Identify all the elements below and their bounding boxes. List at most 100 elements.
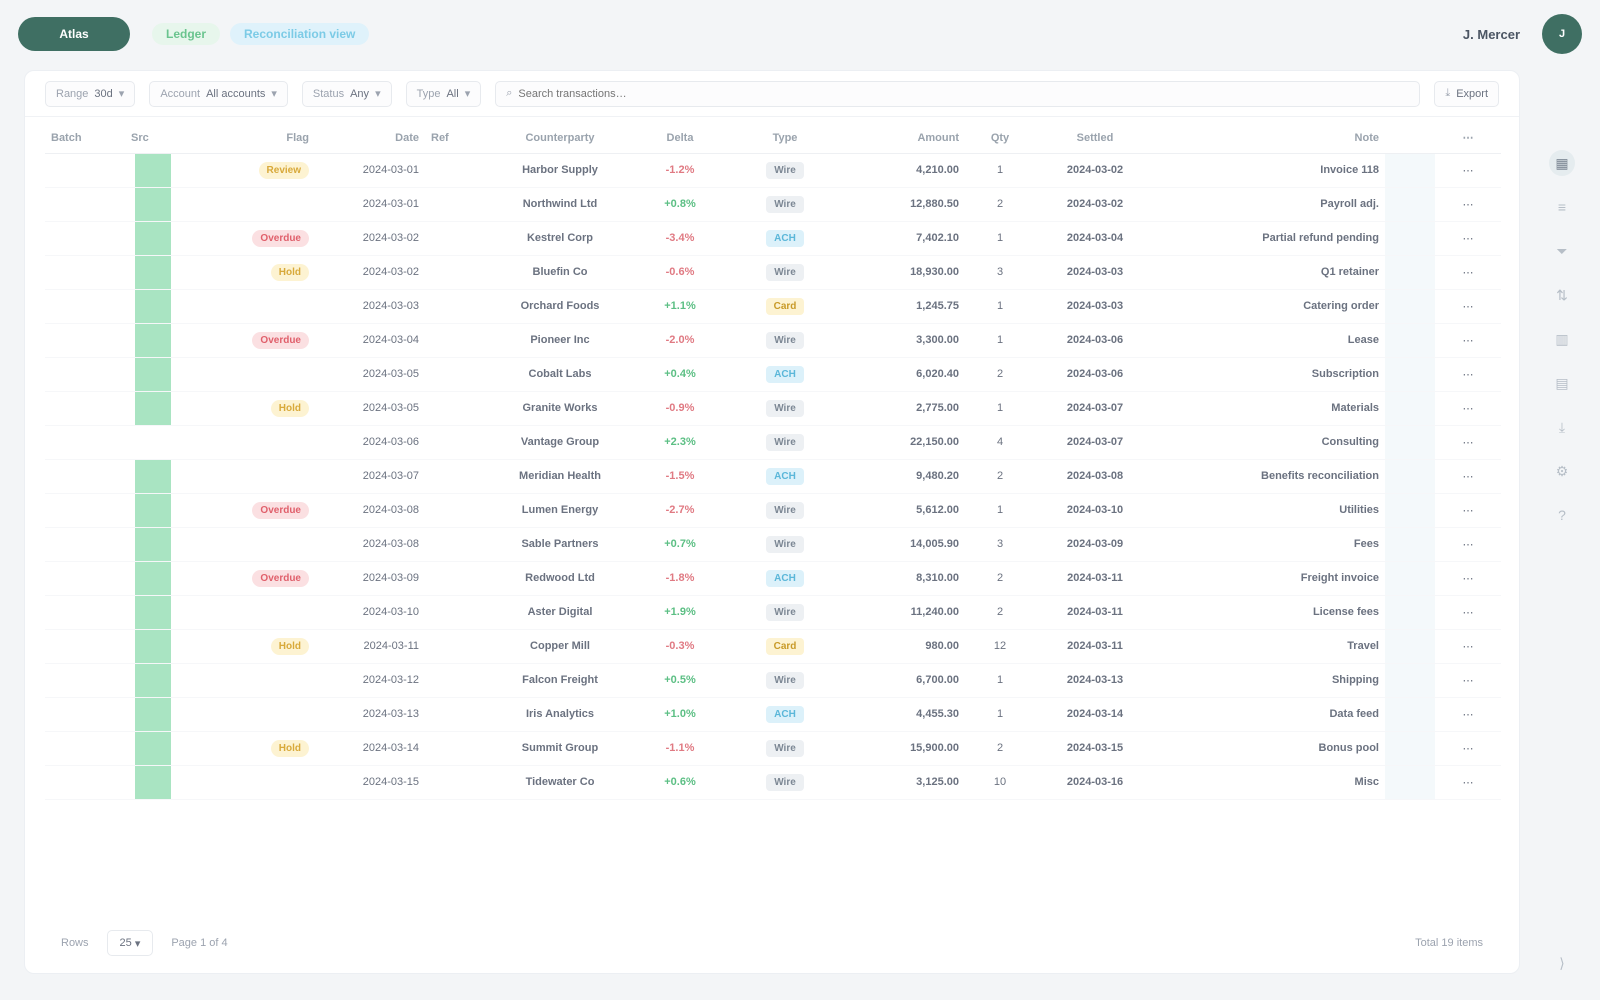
more-icon[interactable]: ⋯	[1463, 369, 1474, 381]
counterparty-cell[interactable]: Granite Works	[485, 391, 635, 426]
more-icon[interactable]: ⋯	[1463, 743, 1474, 755]
more-icon[interactable]: ⋯	[1463, 471, 1474, 483]
column-header[interactable]: Type	[725, 123, 845, 154]
counterparty-cell[interactable]: Pioneer Inc	[485, 323, 635, 358]
flag-badge[interactable]: Hold	[270, 263, 309, 281]
flag-badge[interactable]: Hold	[270, 399, 309, 417]
column-header[interactable]: Qty	[965, 123, 1035, 154]
column-header[interactable]: Src	[125, 123, 195, 154]
flag-badge[interactable]	[293, 371, 309, 377]
table-row[interactable]: 2024-03-15 Tidewater Co +0.6% Wire 3,125.00 1…	[45, 765, 1501, 800]
table-row[interactable]: 2024-03-06 Vantage Group +2.3% Wire 22,150.0…	[45, 425, 1501, 460]
counterparty-cell[interactable]: Cobalt Labs	[485, 357, 635, 392]
filter-icon[interactable]: ⏷	[1549, 238, 1575, 264]
help-icon[interactable]: ?	[1549, 502, 1575, 528]
flag-badge[interactable]	[293, 303, 309, 309]
counterparty-cell[interactable]: Redwood Ltd	[485, 561, 635, 596]
rows-per-page-select[interactable]: 25 ▾	[106, 930, 154, 956]
more-icon[interactable]: ⋯	[1463, 165, 1474, 177]
more-icon[interactable]: ⋯	[1463, 505, 1474, 517]
more-columns-icon[interactable]: ⋯	[1435, 123, 1501, 154]
flag-badge[interactable]: Overdue	[252, 569, 309, 587]
flag-badge[interactable]: Hold	[270, 637, 309, 655]
flag-badge[interactable]: Hold	[270, 739, 309, 757]
search-box[interactable]: ⌕	[495, 80, 1421, 107]
counterparty-cell[interactable]: Aster Digital	[485, 595, 635, 630]
counterparty-cell[interactable]: Northwind Ltd	[485, 187, 635, 222]
status-filter[interactable]: Status Any ▾	[301, 80, 392, 107]
collapse-icon[interactable]: ⟩	[1549, 950, 1575, 976]
counterparty-cell[interactable]: Meridian Health	[485, 459, 635, 494]
sort-icon[interactable]: ⇅	[1549, 282, 1575, 308]
table-row[interactable]: 2024-03-07 Meridian Health -1.5% ACH 9,480.2…	[45, 459, 1501, 494]
more-icon[interactable]: ⋯	[1463, 301, 1474, 313]
columns-icon[interactable]: ▥	[1549, 326, 1575, 352]
column-header[interactable]: Flag	[195, 123, 315, 154]
table-row[interactable]: Hold 2024-03-14 Summit Group -1.1% Wire 15,90…	[45, 731, 1501, 766]
chart-icon[interactable]: ▤	[1549, 370, 1575, 396]
type-filter[interactable]: Type All ▾	[405, 80, 482, 107]
flag-badge[interactable]: Overdue	[252, 331, 309, 349]
export-button[interactable]: ⤓ Export	[1434, 80, 1499, 107]
more-icon[interactable]: ⋯	[1463, 199, 1474, 211]
more-icon[interactable]: ⋯	[1463, 437, 1474, 449]
flag-badge[interactable]	[293, 541, 309, 547]
counterparty-cell[interactable]: Sable Partners	[485, 527, 635, 562]
download-icon[interactable]: ⤓	[1549, 414, 1575, 440]
table-row[interactable]: Overdue 2024-03-02 Kestrel Corp -3.4% ACH 7,4…	[45, 221, 1501, 256]
flag-badge[interactable]: Overdue	[252, 501, 309, 519]
table-row[interactable]: Review 2024-03-01 Harbor Supply -1.2% Wire 4,…	[45, 153, 1501, 188]
flag-badge[interactable]	[293, 711, 309, 717]
table-row[interactable]: 2024-03-10 Aster Digital +1.9% Wire 11,240.0…	[45, 595, 1501, 630]
column-header[interactable]: Settled	[1035, 123, 1155, 154]
search-input[interactable]	[518, 87, 1410, 100]
list-icon[interactable]: ≡	[1549, 194, 1575, 220]
column-header[interactable]: Note	[1155, 123, 1385, 154]
more-icon[interactable]: ⋯	[1463, 539, 1474, 551]
breadcrumb-ledger[interactable]: Ledger	[152, 23, 221, 45]
more-icon[interactable]: ⋯	[1463, 675, 1474, 687]
more-icon[interactable]: ⋯	[1463, 335, 1474, 347]
breadcrumb-reconciliation[interactable]: Reconciliation view	[230, 23, 370, 45]
column-header[interactable]: Batch	[45, 123, 125, 154]
more-icon[interactable]: ⋯	[1463, 267, 1474, 279]
column-header[interactable]: Date	[315, 123, 425, 154]
user-name[interactable]: J. Mercer	[1463, 27, 1520, 42]
table-row[interactable]: 2024-03-01 Northwind Ltd +0.8% Wire 12,880.5…	[45, 187, 1501, 222]
table-row[interactable]: 2024-03-05 Cobalt Labs +0.4% ACH 6,020.40 2 20…	[45, 357, 1501, 392]
account-filter[interactable]: Account All accounts ▾	[149, 80, 288, 107]
more-icon[interactable]: ⋯	[1463, 403, 1474, 415]
more-icon[interactable]: ⋯	[1463, 233, 1474, 245]
counterparty-cell[interactable]: Falcon Freight	[485, 663, 635, 698]
more-icon[interactable]: ⋯	[1463, 607, 1474, 619]
column-header[interactable]: Counterparty	[485, 123, 635, 154]
app-logo[interactable]: Atlas	[18, 17, 130, 51]
table-row[interactable]: 2024-03-12 Falcon Freight +0.5% Wire 6,700.0…	[45, 663, 1501, 698]
grid-icon[interactable]: ▦	[1549, 150, 1575, 176]
flag-badge[interactable]	[293, 439, 309, 445]
column-header[interactable]: Amount	[845, 123, 965, 154]
flag-badge[interactable]: Review	[258, 161, 309, 179]
column-header[interactable]: Ref	[425, 123, 485, 154]
counterparty-cell[interactable]: Kestrel Corp	[485, 221, 635, 256]
column-header[interactable]: Delta	[635, 123, 725, 154]
range-filter[interactable]: Range 30d ▾	[45, 80, 136, 107]
table-row[interactable]: 2024-03-13 Iris Analytics +1.0% ACH 4,455.30…	[45, 697, 1501, 732]
table-row[interactable]: Hold 2024-03-05 Granite Works -0.9% Wire 2,77…	[45, 391, 1501, 426]
flag-badge[interactable]	[293, 677, 309, 683]
counterparty-cell[interactable]: Summit Group	[485, 731, 635, 766]
counterparty-cell[interactable]: Copper Mill	[485, 629, 635, 664]
table-row[interactable]: Hold 2024-03-11 Copper Mill -0.3% Card 980.00…	[45, 629, 1501, 664]
flag-badge[interactable]	[293, 201, 309, 207]
flag-badge[interactable]	[293, 779, 309, 785]
table-row[interactable]: 2024-03-03 Orchard Foods +1.1% Card 1,245.75…	[45, 289, 1501, 324]
counterparty-cell[interactable]: Vantage Group	[485, 425, 635, 460]
more-icon[interactable]: ⋯	[1463, 573, 1474, 585]
counterparty-cell[interactable]: Lumen Energy	[485, 493, 635, 528]
flag-badge[interactable]	[293, 609, 309, 615]
table-row[interactable]: Overdue 2024-03-09 Redwood Ltd -1.8% ACH 8,31…	[45, 561, 1501, 596]
more-icon[interactable]: ⋯	[1463, 641, 1474, 653]
more-icon[interactable]: ⋯	[1463, 709, 1474, 721]
more-icon[interactable]: ⋯	[1463, 777, 1474, 789]
table-row[interactable]: Overdue 2024-03-04 Pioneer Inc -2.0% Wire 3,3…	[45, 323, 1501, 358]
